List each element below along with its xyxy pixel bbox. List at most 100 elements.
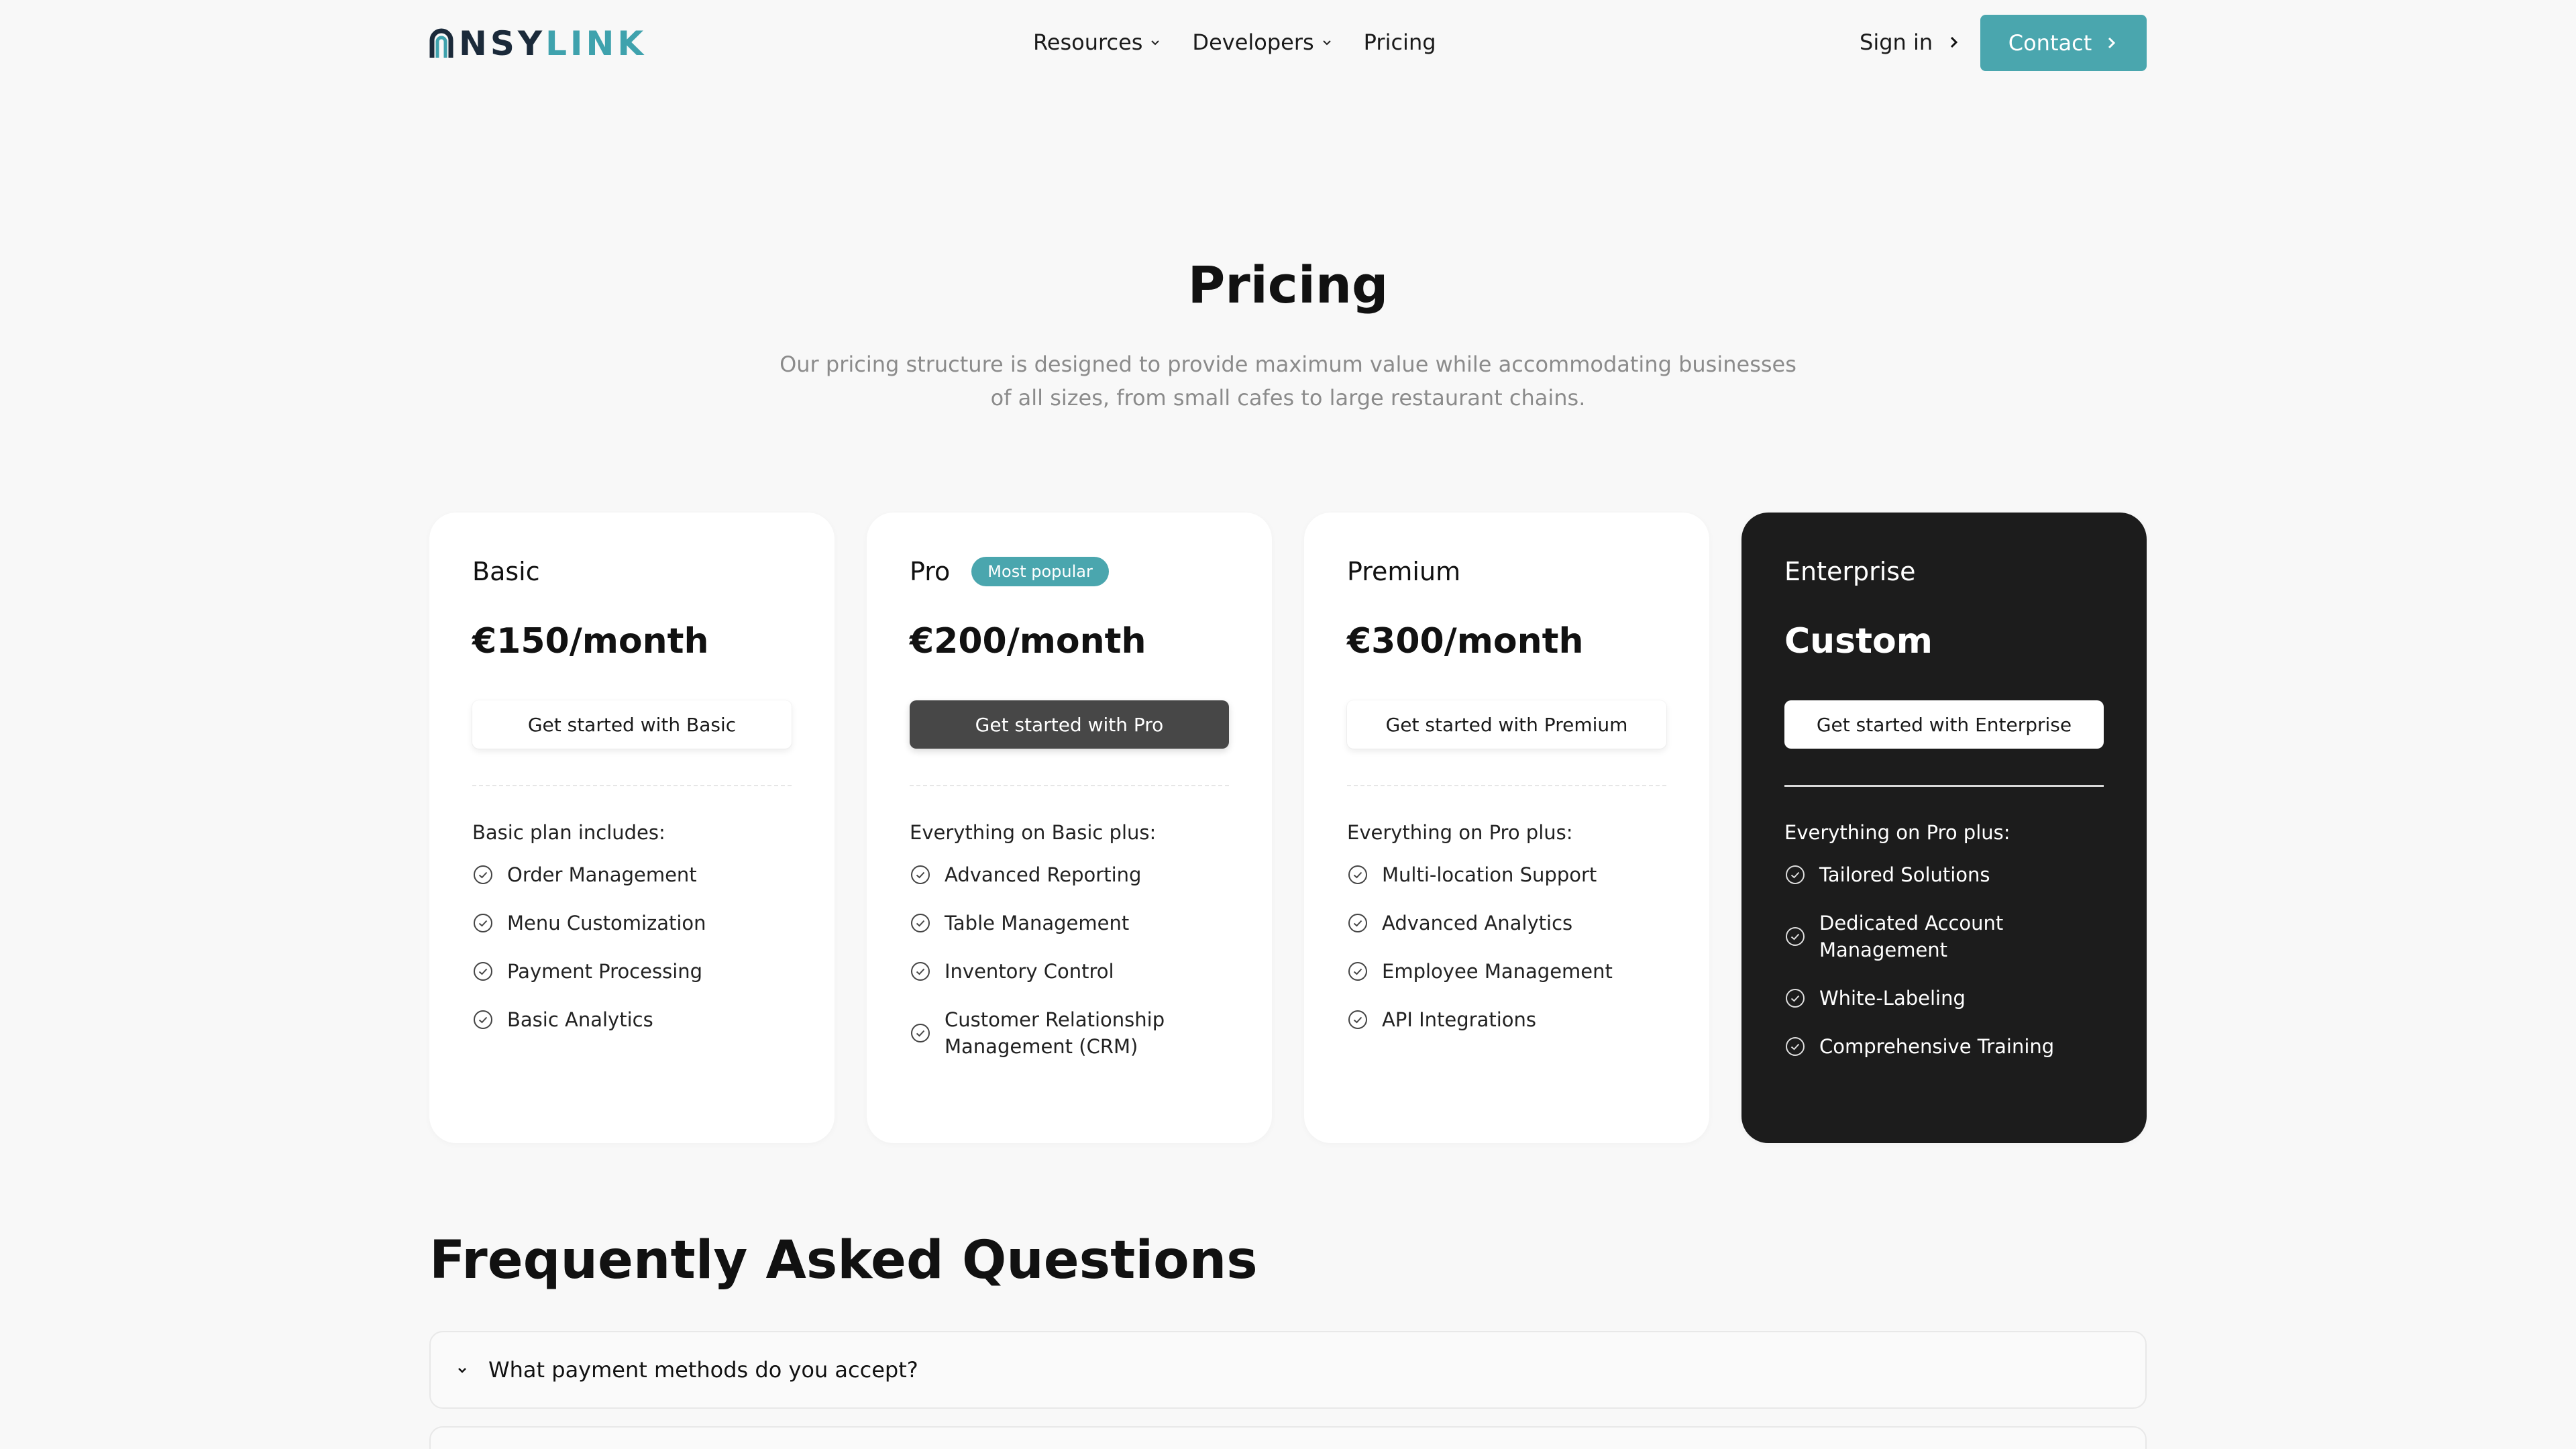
feature-label: White-Labeling [1819, 987, 1966, 1010]
most-popular-badge: Most popular [971, 557, 1109, 586]
divider [1347, 785, 1666, 786]
plan-includes-heading: Basic plan includes: [472, 821, 665, 844]
chevron-down-icon [458, 1368, 466, 1373]
plan-name-text: Enterprise [1784, 557, 1916, 586]
feature-list: Tailored Solutions Dedicated Account Man… [1784, 861, 2106, 1081]
faq-title: Frequently Asked Questions [429, 1230, 1258, 1291]
feature-label: Inventory Control [945, 960, 1114, 983]
divider [910, 785, 1229, 786]
check-circle-icon [474, 865, 492, 884]
logo-text-teal: LINK [545, 24, 647, 63]
get-started-pro-button[interactable]: Get started with Pro [910, 700, 1229, 749]
plan-name: Enterprise [1784, 557, 1915, 586]
chevron-right-icon [2108, 37, 2116, 49]
check-circle-icon [474, 914, 492, 932]
plan-card-basic: Basic €150/month Get started with Basic … [429, 513, 835, 1143]
nav-item-label: Pricing [1363, 30, 1436, 55]
page-title: Pricing [1187, 255, 1389, 315]
feature-label: Customer Relationship Management (CRM) [945, 1008, 1165, 1058]
chevron-down-icon [1322, 40, 1331, 46]
page-subtitle: Our pricing structure is designed to pro… [765, 347, 1811, 415]
feature-item: White-Labeling [1784, 985, 2106, 1012]
feature-item: Comprehensive Training [1784, 1033, 2106, 1060]
plan-card-premium: Premium €300/month Get started with Prem… [1304, 513, 1709, 1143]
check-circle-icon [474, 1010, 492, 1029]
feature-label: Table Management [945, 912, 1130, 934]
check-circle-icon [911, 962, 930, 981]
faq-item[interactable]: What payment methods do you accept? [429, 1331, 2147, 1409]
feature-label: Advanced Analytics [1382, 912, 1573, 934]
check-circle-icon [1786, 927, 1805, 946]
feature-item: API Integrations [1347, 1006, 1669, 1033]
plan-price: €300/month [1347, 621, 1584, 661]
feature-item: Inventory Control [910, 958, 1232, 985]
feature-label: Order Management [507, 863, 697, 886]
feature-item: Basic Analytics [472, 1006, 794, 1033]
get-started-enterprise-button[interactable]: Get started with Enterprise [1784, 700, 2104, 749]
site-header: NSY LINK Resources Developers Pricing Sig… [0, 0, 2576, 87]
feature-list: Advanced Reporting Table Management Inve… [910, 861, 1232, 1081]
plan-card-enterprise: Enterprise Custom Get started with Enter… [1741, 513, 2147, 1143]
get-started-premium-button[interactable]: Get started with Premium [1347, 700, 1666, 749]
feature-label: Dedicated Account Management [1819, 912, 2004, 961]
feature-item: Order Management [472, 861, 794, 888]
feature-label: Advanced Reporting [945, 863, 1142, 886]
feature-item: Tailored Solutions [1784, 861, 2106, 888]
nav-item-label: Resources [1033, 30, 1143, 55]
plan-card-pro: Pro Most popular €200/month Get started … [867, 513, 1272, 1143]
nav-item-resources[interactable]: Resources [1033, 30, 1161, 55]
contact-button[interactable]: Contact [1980, 15, 2147, 71]
feature-label: Employee Management [1382, 960, 1613, 983]
plan-includes-heading: Everything on Pro plus: [1784, 821, 2010, 844]
feature-label: Tailored Solutions [1819, 863, 1990, 886]
chevron-down-icon [1151, 40, 1160, 46]
get-started-basic-button[interactable]: Get started with Basic [472, 700, 792, 749]
nav-item-developers[interactable]: Developers [1192, 30, 1332, 55]
plan-includes-heading: Everything on Basic plus: [910, 821, 1157, 844]
feature-item: Table Management [910, 910, 1232, 936]
chevron-right-icon [1951, 36, 1958, 48]
plan-name-text: Premium [1347, 557, 1461, 586]
plan-name: Premium [1347, 557, 1460, 586]
feature-item: Advanced Reporting [910, 861, 1232, 888]
divider [1784, 785, 2104, 787]
sign-in-link[interactable]: Sign in [1860, 25, 1961, 59]
plan-name-text: Basic [472, 557, 540, 586]
feature-item: Multi-location Support [1347, 861, 1669, 888]
subtitle-line-2: of all sizes, from small cafes to large … [990, 385, 1586, 411]
plan-price: €150/month [472, 621, 709, 661]
faq-question: What payment methods do you accept? [488, 1357, 918, 1383]
divider [472, 785, 792, 786]
faq-item[interactable] [429, 1426, 2147, 1449]
feature-label: Menu Customization [507, 912, 706, 934]
check-circle-icon [1348, 962, 1367, 981]
sign-in-label: Sign in [1860, 30, 1933, 55]
feature-item: Advanced Analytics [1347, 910, 1669, 936]
check-circle-icon [1786, 865, 1805, 884]
nav-item-label: Developers [1192, 30, 1314, 55]
check-circle-icon [1348, 865, 1367, 884]
check-circle-icon [1348, 914, 1367, 932]
feature-item: Dedicated Account Management [1784, 910, 2106, 963]
pricing-cards: Basic €150/month Get started with Basic … [429, 513, 2147, 1143]
feature-item: Employee Management [1347, 958, 1669, 985]
plan-includes-heading: Everything on Pro plus: [1347, 821, 1573, 844]
logo-text-dark: NSY [459, 24, 546, 63]
nav-item-pricing[interactable]: Pricing [1364, 30, 1436, 55]
check-circle-icon [474, 962, 492, 981]
plan-name-text: Pro [910, 557, 951, 586]
brand-logo[interactable]: NSY LINK [428, 24, 647, 63]
feature-item: Customer Relationship Management (CRM) [910, 1006, 1232, 1060]
feature-list: Order Management Menu Customization Paym… [472, 861, 794, 1055]
check-circle-icon [911, 865, 930, 884]
subtitle-line-1: Our pricing structure is designed to pro… [780, 352, 1796, 377]
feature-label: Basic Analytics [507, 1008, 653, 1031]
contact-label: Contact [2008, 30, 2092, 56]
feature-item: Payment Processing [472, 958, 794, 985]
check-circle-icon [1786, 989, 1805, 1008]
feature-label: API Integrations [1382, 1008, 1537, 1031]
feature-label: Multi-location Support [1382, 863, 1597, 886]
feature-label: Payment Processing [507, 960, 703, 983]
check-circle-icon [911, 1024, 930, 1042]
feature-label: Comprehensive Training [1819, 1035, 2055, 1058]
